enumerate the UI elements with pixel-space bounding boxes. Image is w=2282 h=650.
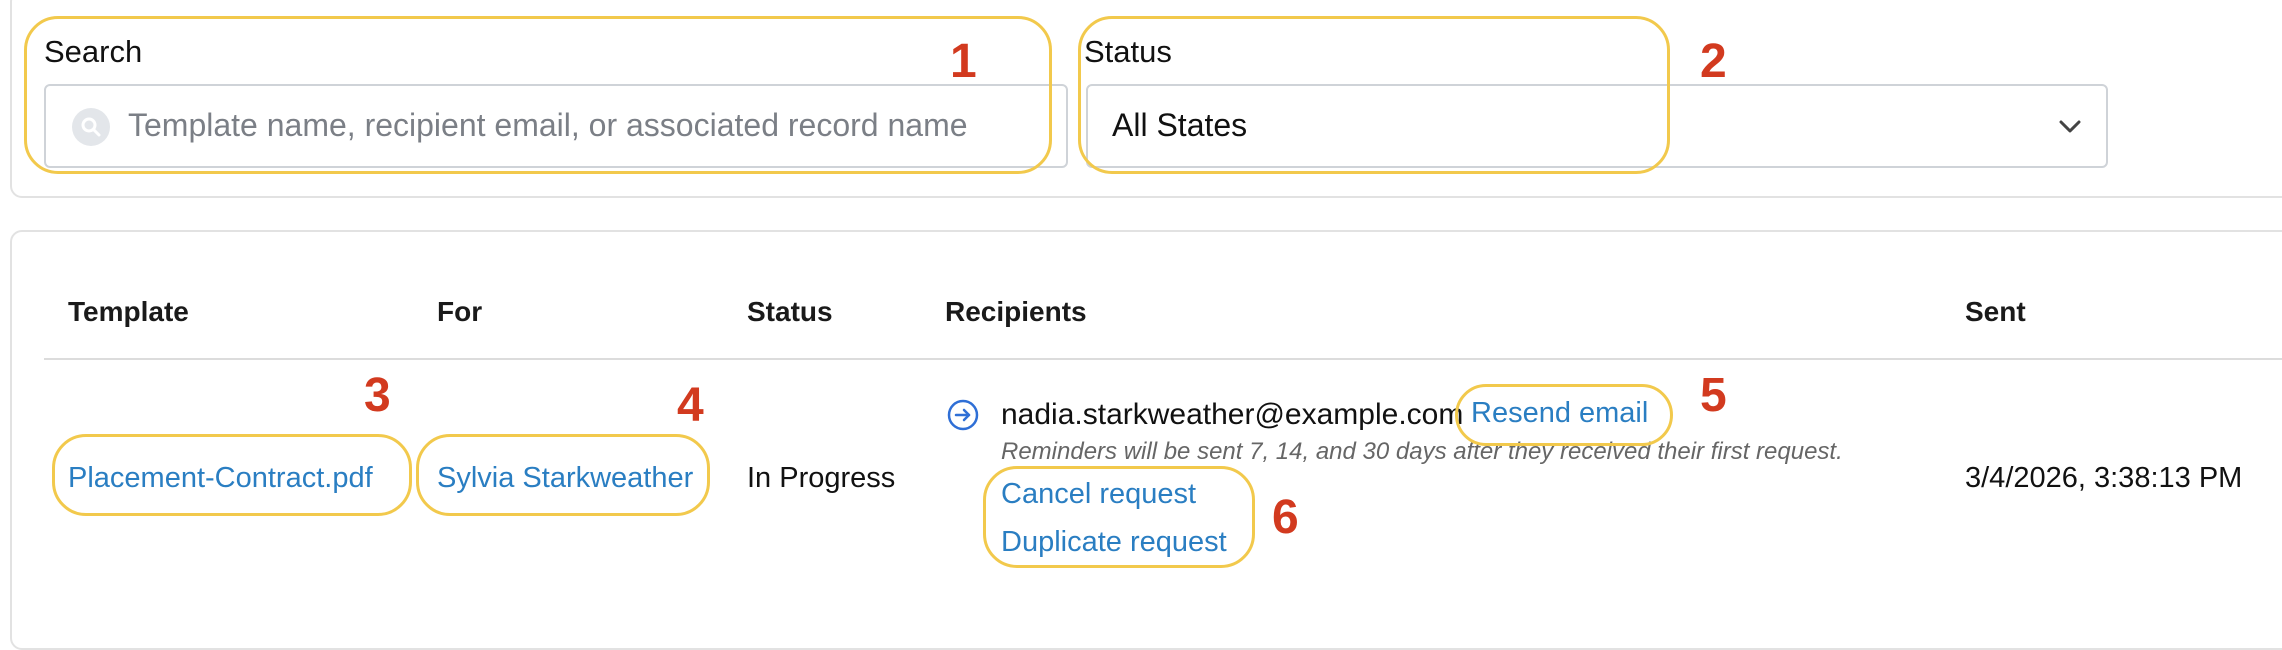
annotation-number-6: 6: [1272, 491, 1299, 544]
header-recipients: Recipients: [945, 296, 1087, 327]
chevron-down-icon: [2056, 112, 2084, 145]
highlight-box-1: [24, 16, 1052, 174]
annotation-number-4: 4: [677, 379, 704, 432]
reminder-text: Reminders will be sent 7, 14, and 30 day…: [1001, 438, 1843, 465]
header-divider: [44, 358, 2282, 360]
annotation-number-5: 5: [1700, 369, 1727, 422]
header-sent: Sent: [1965, 296, 2026, 327]
highlight-box-4: [416, 434, 710, 516]
sent-cell: 3/4/2026, 3:38:13 PM: [1965, 462, 2243, 494]
highlight-box-6: [983, 466, 1255, 568]
highlight-box-3: [52, 434, 412, 516]
annotation-number-2: 2: [1700, 35, 1727, 88]
status-cell: In Progress: [747, 462, 896, 494]
highlight-box-5: [1455, 384, 1673, 446]
annotation-number-1: 1: [950, 35, 977, 88]
header-status: Status: [747, 296, 833, 327]
header-for: For: [437, 296, 483, 327]
recipient-email: nadia.starkweather@example.com: [1001, 398, 1464, 431]
arrow-right-circle-icon: [946, 398, 980, 437]
header-template: Template: [68, 296, 189, 327]
annotation-number-3: 3: [364, 369, 391, 422]
highlight-box-2: [1078, 16, 1670, 174]
